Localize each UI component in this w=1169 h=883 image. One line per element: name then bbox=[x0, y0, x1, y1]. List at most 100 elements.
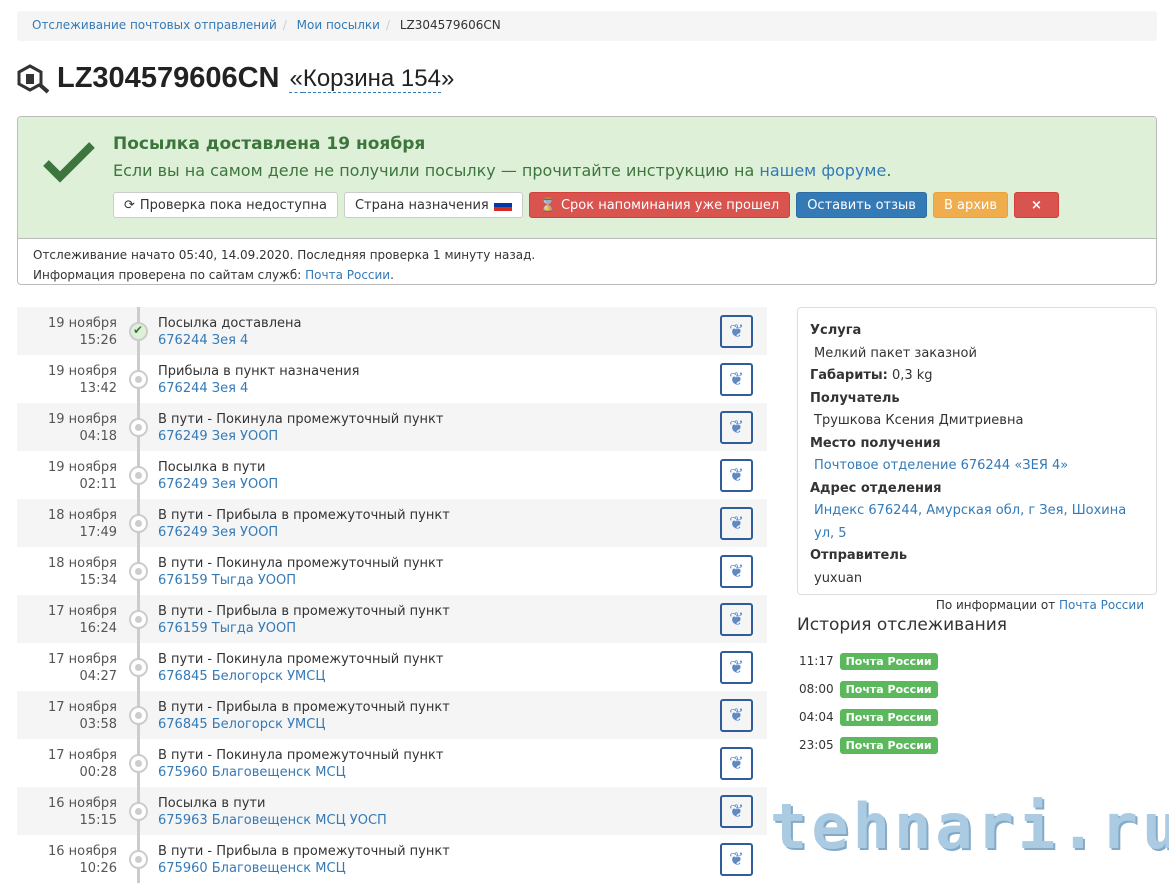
timeline-row: 17 ноября 16:24 В пути - Прибыла в промеж… bbox=[17, 595, 767, 643]
event-datetime: 19 ноября 02:11 bbox=[47, 460, 117, 492]
event-place-link[interactable]: 675963 Благовещенск МСЦ УОСП bbox=[158, 813, 387, 828]
forum-link[interactable]: нашем форуме bbox=[759, 161, 886, 180]
event-datetime: 19 ноября 04:18 bbox=[47, 412, 117, 444]
russian-post-logo-icon[interactable]: ❦ bbox=[720, 507, 753, 540]
event-place-link[interactable]: 676249 Зея УООП bbox=[158, 525, 278, 540]
timeline-dot-icon bbox=[129, 802, 148, 821]
timeline-row: 19 ноября 13:42 Прибыла в пункт назначени… bbox=[17, 355, 767, 403]
russian-post-logo-icon[interactable]: ❦ bbox=[720, 843, 753, 876]
address-link[interactable]: Индекс 676244, Амурская обл, г Зея, Шохи… bbox=[814, 503, 1126, 541]
event-status: В пути - Покинула промежуточный пункт bbox=[158, 652, 444, 667]
event-place-link[interactable]: 676244 Зея 4 bbox=[158, 333, 248, 348]
russian-post-logo-icon[interactable]: ❦ bbox=[720, 699, 753, 732]
timeline-dot-icon bbox=[129, 514, 148, 533]
russian-post-logo-icon[interactable]: ❦ bbox=[720, 795, 753, 828]
history-time: 23:05 bbox=[799, 738, 834, 752]
delivered-check-icon: ✔ bbox=[129, 322, 148, 341]
archive-button[interactable]: В архив bbox=[932, 192, 1009, 218]
timeline-row: 19 ноября 04:18 В пути - Покинула промежу… bbox=[17, 403, 767, 451]
timeline-dot-icon bbox=[129, 610, 148, 629]
post-office-link[interactable]: Почтовое отделение 676244 «ЗЕЯ 4» bbox=[814, 458, 1068, 473]
timeline-row: 17 ноября 00:28 В пути - Покинула промежу… bbox=[17, 739, 767, 787]
parcel-search-icon bbox=[17, 63, 50, 93]
parcel-name-text[interactable]: Корзина 154 bbox=[302, 64, 441, 93]
service-badge: Почта России bbox=[839, 708, 938, 726]
russian-post-logo-icon[interactable]: ❦ bbox=[720, 555, 753, 588]
event-datetime: 18 ноября 17:49 bbox=[47, 508, 117, 540]
russian-post-logo-icon[interactable]: ❦ bbox=[720, 315, 753, 348]
event-status: Посылка в пути bbox=[158, 460, 266, 475]
event-datetime: 19 ноября 15:26 bbox=[47, 316, 117, 348]
event-status: Прибыла в пункт назначения bbox=[158, 364, 360, 379]
destination-country-button[interactable]: Страна назначения bbox=[343, 192, 523, 218]
status-alert: Посылка доставлена 19 ноября Если вы на … bbox=[17, 116, 1157, 285]
details-source-link[interactable]: Почта России bbox=[1059, 598, 1144, 612]
event-status: В пути - Прибыла в промежуточный пункт bbox=[158, 604, 450, 619]
timeline-row: 18 ноября 17:49 В пути - Прибыла в промеж… bbox=[17, 499, 767, 547]
event-place-link[interactable]: 676244 Зея 4 bbox=[158, 381, 248, 396]
history-item: 23:05 Почта России bbox=[797, 731, 1007, 759]
event-place-link[interactable]: 676845 Белогорск УМСЦ bbox=[158, 717, 325, 732]
event-place-link[interactable]: 676845 Белогорск УМСЦ bbox=[158, 669, 325, 684]
review-button[interactable]: Оставить отзыв bbox=[796, 192, 927, 218]
russian-post-logo-icon[interactable]: ❦ bbox=[720, 363, 753, 396]
watermark: tehnari.ru bbox=[770, 790, 1169, 863]
recipient-value: Трушкова Ксения Дмитриевна bbox=[814, 413, 1024, 428]
timeline-row: 19 ноября 15:26 ✔ Посылка доставлена 67624… bbox=[17, 307, 767, 355]
russia-flag-icon bbox=[493, 199, 512, 211]
event-datetime: 17 ноября 04:27 bbox=[47, 652, 117, 684]
event-datetime: 19 ноября 13:42 bbox=[47, 364, 117, 396]
delete-button[interactable]: × bbox=[1014, 192, 1059, 218]
event-datetime: 17 ноября 16:24 bbox=[47, 604, 117, 636]
timeline-dot-icon bbox=[129, 754, 148, 773]
status-message: Если вы на самом деле не получили посылк… bbox=[113, 161, 892, 180]
event-status: В пути - Покинула промежуточный пункт bbox=[158, 556, 444, 571]
event-datetime: 17 ноября 03:58 bbox=[47, 700, 117, 732]
russian-post-logo-icon[interactable]: ❦ bbox=[720, 603, 753, 636]
breadcrumb-my-parcels[interactable]: Мои посылки bbox=[297, 18, 380, 32]
event-status: Посылка доставлена bbox=[158, 316, 302, 331]
timeline-dot-icon bbox=[129, 658, 148, 677]
tracking-info: Отслеживание начато 05:40, 14.09.2020. П… bbox=[33, 248, 536, 262]
russian-post-link[interactable]: Почта России bbox=[305, 268, 390, 282]
timeline-dot-icon bbox=[129, 466, 148, 485]
event-status: В пути - Прибыла в промежуточный пункт bbox=[158, 508, 450, 523]
history-title: История отслеживания bbox=[797, 615, 1008, 635]
russian-post-logo-icon[interactable]: ❦ bbox=[720, 651, 753, 684]
reminder-button[interactable]: ⌛ Срок напоминания уже прошел bbox=[528, 192, 791, 218]
tracking-number: LZ304579606CN bbox=[57, 62, 280, 94]
history-time: 08:00 bbox=[799, 682, 834, 696]
check-button[interactable]: ⟳ Проверка пока недоступна bbox=[113, 192, 338, 218]
russian-post-logo-icon[interactable]: ❦ bbox=[720, 411, 753, 444]
timeline-dot-icon bbox=[129, 850, 148, 869]
event-status: В пути - Покинула промежуточный пункт bbox=[158, 748, 444, 763]
event-datetime: 16 ноября 10:26 bbox=[47, 844, 117, 876]
parcel-name[interactable]: «Корзина 154» bbox=[289, 64, 454, 93]
event-datetime: 18 ноября 15:34 bbox=[47, 556, 117, 588]
event-place-link[interactable]: 676159 Тыгда УООП bbox=[158, 573, 296, 588]
history-time: 04:04 bbox=[799, 710, 834, 724]
timeline-row: 17 ноября 03:58 В пути - Прибыла в промеж… bbox=[17, 691, 767, 739]
timeline-row: 16 ноября 10:26 В пути - Прибыла в промеж… bbox=[17, 835, 767, 883]
services-info: Информация проверена по сайтам служб: По… bbox=[33, 268, 394, 282]
refresh-icon: ⟳ bbox=[124, 197, 135, 213]
timeline-dot-icon bbox=[129, 418, 148, 437]
event-place-link[interactable]: 676159 Тыгда УООП bbox=[158, 621, 296, 636]
history-time: 11:17 bbox=[799, 654, 834, 668]
russian-post-logo-icon[interactable]: ❦ bbox=[720, 459, 753, 492]
russian-post-logo-icon[interactable]: ❦ bbox=[720, 747, 753, 780]
timeline-row: 18 ноября 15:34 В пути - Покинула промежу… bbox=[17, 547, 767, 595]
breadcrumb-current: LZ304579606CN bbox=[399, 18, 501, 32]
timeline-row: 17 ноября 04:27 В пути - Покинула промежу… bbox=[17, 643, 767, 691]
event-place-link[interactable]: 676249 Зея УООП bbox=[158, 429, 278, 444]
service-badge: Почта России bbox=[839, 736, 938, 754]
tracking-timeline: 19 ноября 15:26 ✔ Посылка доставлена 67624… bbox=[17, 307, 767, 883]
breadcrumb-tracking[interactable]: Отслеживание почтовых отправлений bbox=[32, 18, 277, 32]
event-place-link[interactable]: 675960 Благовещенск МСЦ bbox=[158, 765, 346, 780]
event-place-link[interactable]: 676249 Зея УООП bbox=[158, 477, 278, 492]
event-datetime: 17 ноября 00:28 bbox=[47, 748, 117, 780]
check-icon bbox=[43, 142, 95, 183]
history-item: 11:17 Почта России bbox=[797, 647, 1007, 675]
service-badge: Почта России bbox=[839, 652, 938, 670]
event-place-link[interactable]: 675960 Благовещенск МСЦ bbox=[158, 861, 346, 876]
